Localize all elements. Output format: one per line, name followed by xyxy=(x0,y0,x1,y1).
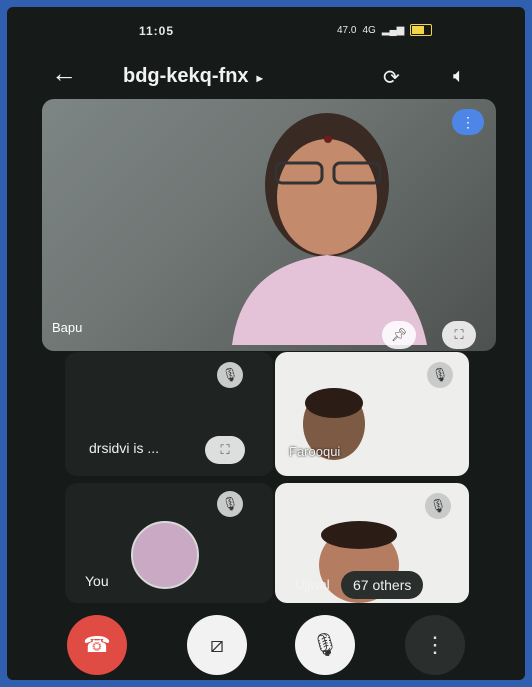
mic-off-icon: 🎙︎ xyxy=(427,362,453,388)
meeting-code-text: bdg-kekq-fnx xyxy=(123,65,249,87)
signal-icon: ▂▄▆ xyxy=(381,24,405,36)
fullscreen-icon[interactable]: ⛶ xyxy=(205,436,245,464)
mic-toggle-button[interactable]: 🎙︎ xyxy=(295,615,355,675)
mic-off-icon: 🎙︎ xyxy=(217,491,243,517)
phone-screen: 11:05 47.0 4G ▂▄▆ ← bdg-kekq-fnx ▸ ⟳ 🔈︎ ⋮… xyxy=(7,7,525,680)
participant-tile-farooqui[interactable]: 🎙︎ Farooqui xyxy=(275,352,469,476)
participant-hair xyxy=(305,388,363,418)
status-time: 11:05 xyxy=(139,24,175,38)
participant-name: Farooqui xyxy=(289,444,341,459)
video-toggle-button[interactable]: ⧄ xyxy=(187,615,247,675)
main-speaker-video[interactable]: ⋮ Bapu 📌︎ ⛶ xyxy=(42,99,496,351)
self-label: You xyxy=(85,573,109,589)
battery-icon xyxy=(410,24,433,36)
mic-off-icon: 🎙︎ xyxy=(425,493,451,519)
video-off-icon: ⧄ xyxy=(210,632,224,657)
self-avatar xyxy=(131,521,199,589)
phone-hangup-icon: ☎︎ xyxy=(83,632,111,657)
speaker-icon[interactable]: 🔈︎ xyxy=(453,65,465,88)
presenter-tile[interactable]: 🎙︎ drsidvi is ... ⛶ xyxy=(65,352,273,476)
self-tile[interactable]: 🎙︎ You xyxy=(65,483,273,603)
meeting-code[interactable]: bdg-kekq-fnx ▸ xyxy=(123,65,263,88)
camera-switch-icon[interactable]: ⟳ xyxy=(383,65,400,90)
presenter-label: drsidvi is ... xyxy=(89,440,160,456)
back-arrow-icon[interactable]: ← xyxy=(51,60,77,86)
fullscreen-icon[interactable]: ⛶ xyxy=(442,321,476,349)
pin-icon[interactable]: 📌︎ xyxy=(382,321,416,349)
more-vertical-icon: ⋮ xyxy=(424,632,446,657)
status-bar: 11:05 47.0 4G ▂▄▆ xyxy=(7,7,525,43)
participant-hair xyxy=(321,521,397,549)
speaker-portrait xyxy=(232,113,427,345)
meeting-header: ← bdg-kekq-fnx ▸ ⟳ 🔈︎ xyxy=(7,55,525,95)
more-options-button[interactable]: ⋮ xyxy=(405,615,465,675)
speaking-indicator-icon: ⋮ xyxy=(452,109,484,135)
chevron-right-icon: ▸ xyxy=(256,71,263,85)
speed-label: 47.0 xyxy=(337,24,357,36)
network-label: 4G xyxy=(362,24,376,36)
others-count-badge[interactable]: 67 others xyxy=(341,571,424,599)
mic-off-icon: 🎙︎ xyxy=(311,632,339,657)
participant-name: Ujjwal xyxy=(295,577,330,592)
main-speaker-name: Bapu xyxy=(52,320,83,335)
status-icons: 47.0 4G ▂▄▆ xyxy=(337,24,433,36)
end-call-button[interactable]: ☎︎ xyxy=(67,615,127,675)
participant-tile-others[interactable]: 🎙︎ Ujjwal 67 others xyxy=(275,483,469,603)
mic-off-icon: 🎙︎ xyxy=(217,362,243,388)
